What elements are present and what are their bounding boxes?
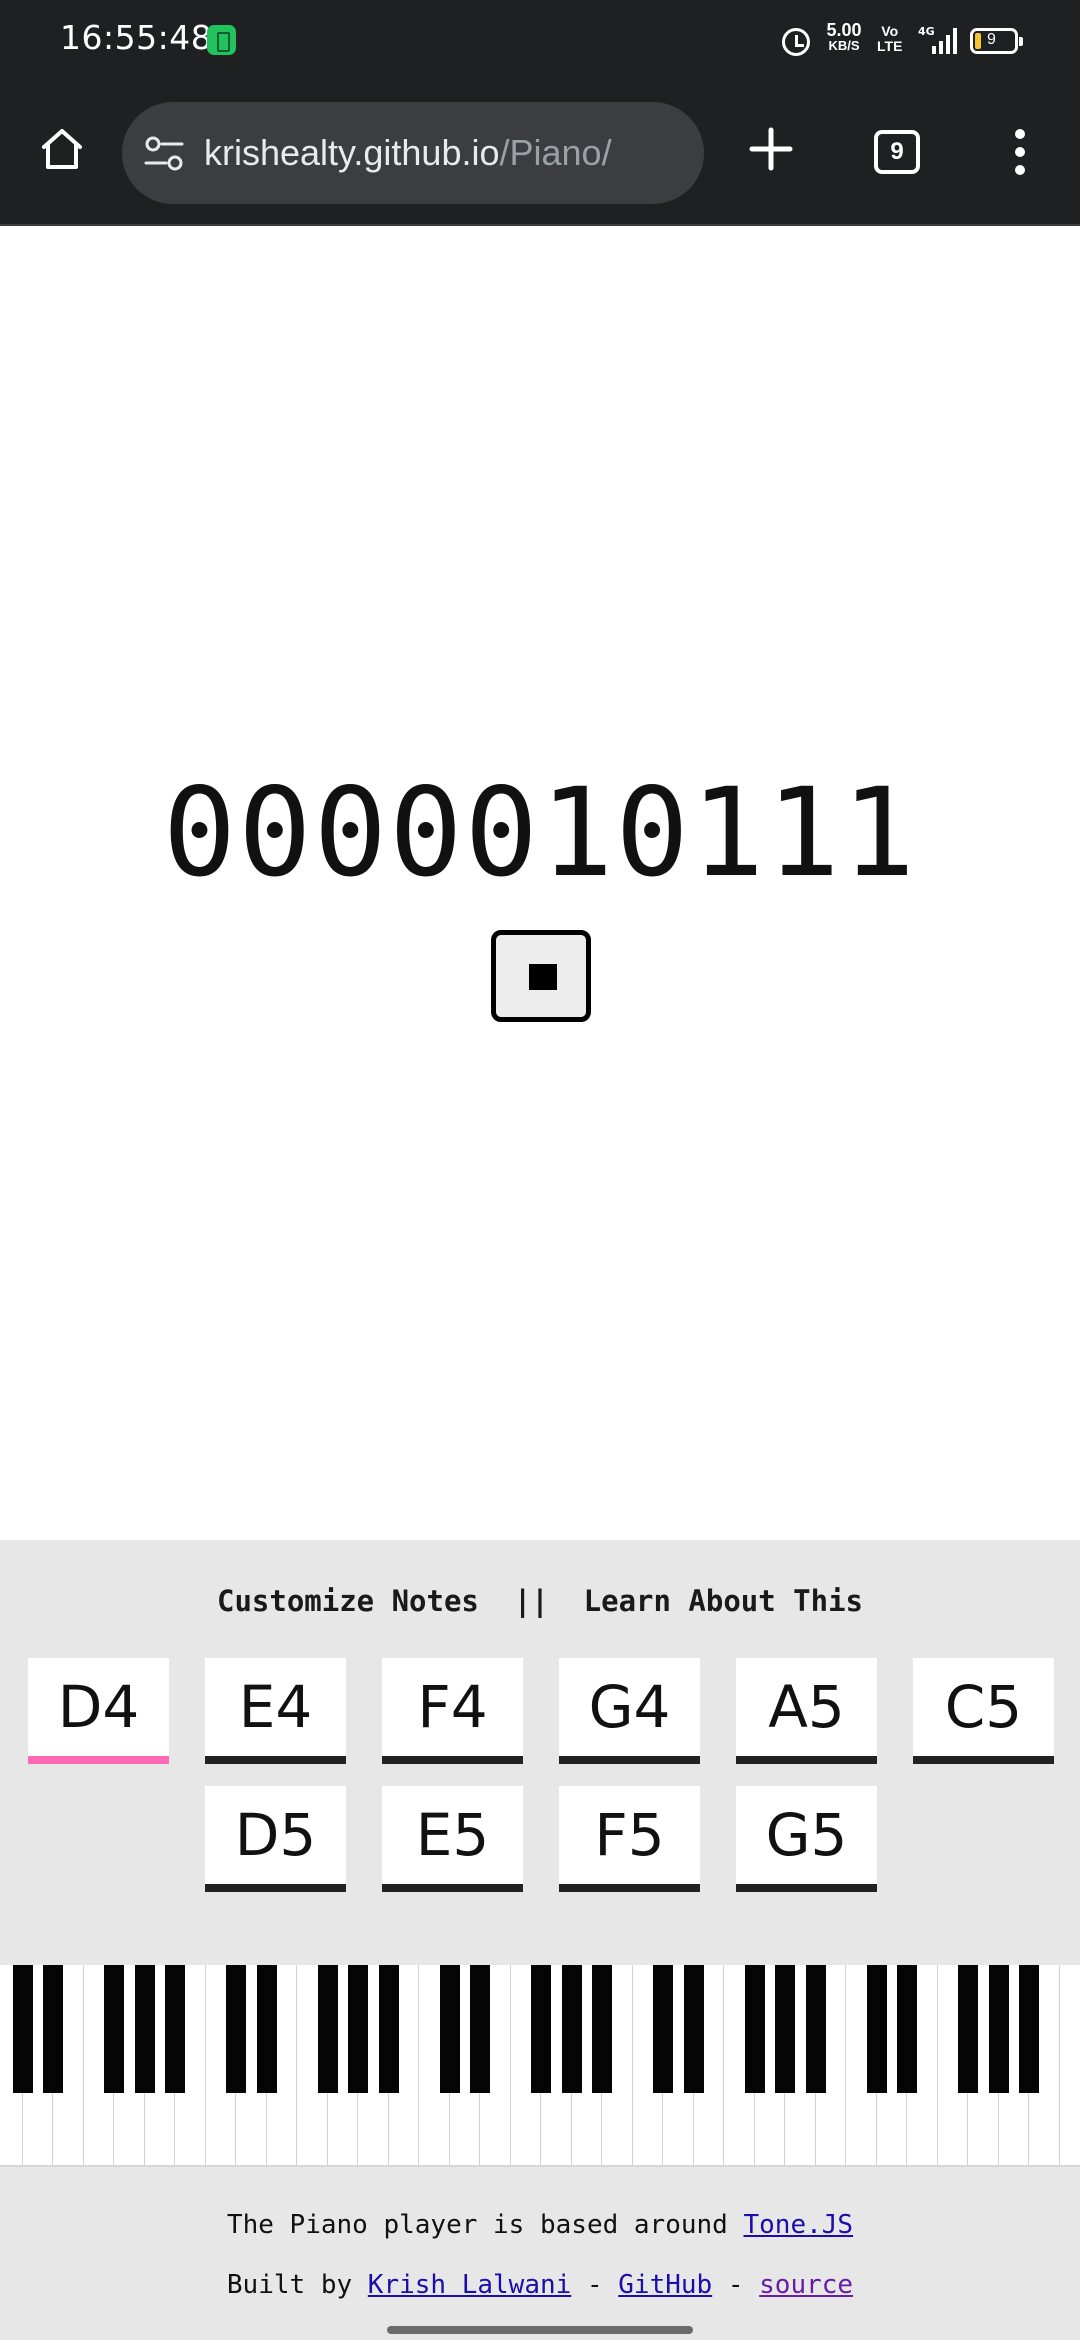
piano-black-key[interactable]: [12, 1965, 33, 2093]
links-separator: ||: [513, 1584, 549, 1618]
piano-black-key[interactable]: [775, 1965, 795, 2093]
alarm-icon: [782, 28, 810, 56]
github-link[interactable]: GitHub: [618, 2270, 712, 2300]
url-host: krishealty.github.io: [204, 132, 500, 173]
status-time: 16:55:48: [60, 18, 213, 57]
home-indicator: [387, 2326, 693, 2334]
note-button-a5[interactable]: A5: [736, 1658, 877, 1764]
piano-black-key[interactable]: [988, 1965, 1009, 2093]
piano-black-key[interactable]: [256, 1965, 277, 2093]
piano-black-key[interactable]: [165, 1965, 185, 2093]
footer-dash: -: [727, 2270, 744, 2300]
piano-black-key[interactable]: [897, 1965, 917, 2093]
note-button-f4[interactable]: F4: [382, 1658, 523, 1764]
volte-indicator: Vo LTE: [877, 24, 902, 54]
piano-black-key[interactable]: [958, 1965, 978, 2093]
piano-black-key[interactable]: [683, 1965, 704, 2093]
home-icon[interactable]: [38, 125, 86, 173]
piano-black-key[interactable]: [744, 1965, 765, 2093]
piano-black-key[interactable]: [531, 1965, 551, 2093]
footer-built-by-text: Built by: [226, 2270, 353, 2300]
tonejs-link[interactable]: Tone.JS: [743, 2210, 853, 2240]
url-bar[interactable]: krishealty.github.io/Piano/: [122, 102, 704, 204]
footer-dash: -: [586, 2270, 603, 2300]
note-button-g5[interactable]: G5: [736, 1786, 877, 1892]
learn-about-link[interactable]: Learn About This: [584, 1584, 863, 1618]
piano-black-key[interactable]: [561, 1965, 582, 2093]
note-button-f5[interactable]: F5: [559, 1786, 700, 1892]
piano-black-key[interactable]: [134, 1965, 155, 2093]
battery-saver-icon: [207, 25, 236, 55]
footer-credit-line: The Piano player is based around Tone.JS: [0, 2210, 1080, 2240]
volte-bottom: LTE: [877, 38, 903, 54]
customize-notes-link[interactable]: Customize Notes: [217, 1584, 479, 1618]
piano-black-key[interactable]: [226, 1965, 246, 2093]
note-button-d4[interactable]: D4: [28, 1658, 169, 1764]
piano-keyboard[interactable]: [0, 1965, 1080, 2167]
panel-links: Customize Notes || Learn About This: [0, 1584, 1080, 1618]
piano-black-key[interactable]: [317, 1965, 338, 2093]
stop-button[interactable]: [491, 930, 591, 1022]
network-type: 4G: [918, 25, 935, 38]
url-path: /Piano/: [499, 132, 612, 173]
footer: The Piano player is based around Tone.JS…: [0, 2210, 1080, 2330]
menu-icon[interactable]: [1008, 126, 1032, 178]
signal-icon: 4G: [918, 25, 957, 54]
piano-black-key[interactable]: [653, 1965, 673, 2093]
network-speed-value: 5.00: [826, 20, 862, 40]
note-button-e4[interactable]: E4: [205, 1658, 346, 1764]
site-settings-icon[interactable]: [142, 132, 186, 176]
author-link[interactable]: Krish Lalwani: [368, 2270, 572, 2300]
piano-black-key[interactable]: [348, 1965, 368, 2093]
piano-black-key[interactable]: [43, 1965, 63, 2093]
piano-black-key[interactable]: [439, 1965, 460, 2093]
note-button-c5[interactable]: C5: [913, 1658, 1054, 1764]
piano-black-key[interactable]: [866, 1965, 887, 2093]
note-button-e5[interactable]: E5: [382, 1786, 523, 1892]
network-speed-unit: KB/S: [828, 38, 860, 53]
piano-black-key[interactable]: [378, 1965, 399, 2093]
battery-icon: 9: [970, 28, 1023, 54]
page-content: 0000010111: [0, 228, 1080, 1540]
binary-display: 0000010111: [162, 762, 918, 904]
piano-black-key[interactable]: [592, 1965, 612, 2093]
note-button-d5[interactable]: D5: [205, 1786, 346, 1892]
battery-level: 9: [987, 31, 996, 48]
browser-toolbar: krishealty.github.io/Piano/ 9: [0, 80, 1080, 226]
network-speed: 5.00 KB/S: [822, 20, 866, 54]
piano-white-key[interactable]: [1059, 1965, 1080, 2165]
piano-black-key[interactable]: [805, 1965, 826, 2093]
volte-top: Vo: [881, 23, 899, 39]
footer-built-by-line: Built by Krish Lalwani - GitHub - source: [0, 2270, 1080, 2300]
tab-switcher-button[interactable]: 9: [874, 130, 920, 174]
url-text[interactable]: krishealty.github.io/Piano/: [204, 132, 612, 174]
piano-black-key[interactable]: [1019, 1965, 1039, 2093]
status-bar: 16:55:48 5.00 KB/S Vo LTE 4G 9: [0, 0, 1080, 80]
piano-black-key[interactable]: [104, 1965, 124, 2093]
piano-black-key[interactable]: [470, 1965, 490, 2093]
new-tab-icon[interactable]: [746, 124, 796, 174]
footer-based-on-text: The Piano player is based around: [226, 2210, 728, 2240]
note-button-g4[interactable]: G4: [559, 1658, 700, 1764]
source-link[interactable]: source: [759, 2270, 853, 2300]
